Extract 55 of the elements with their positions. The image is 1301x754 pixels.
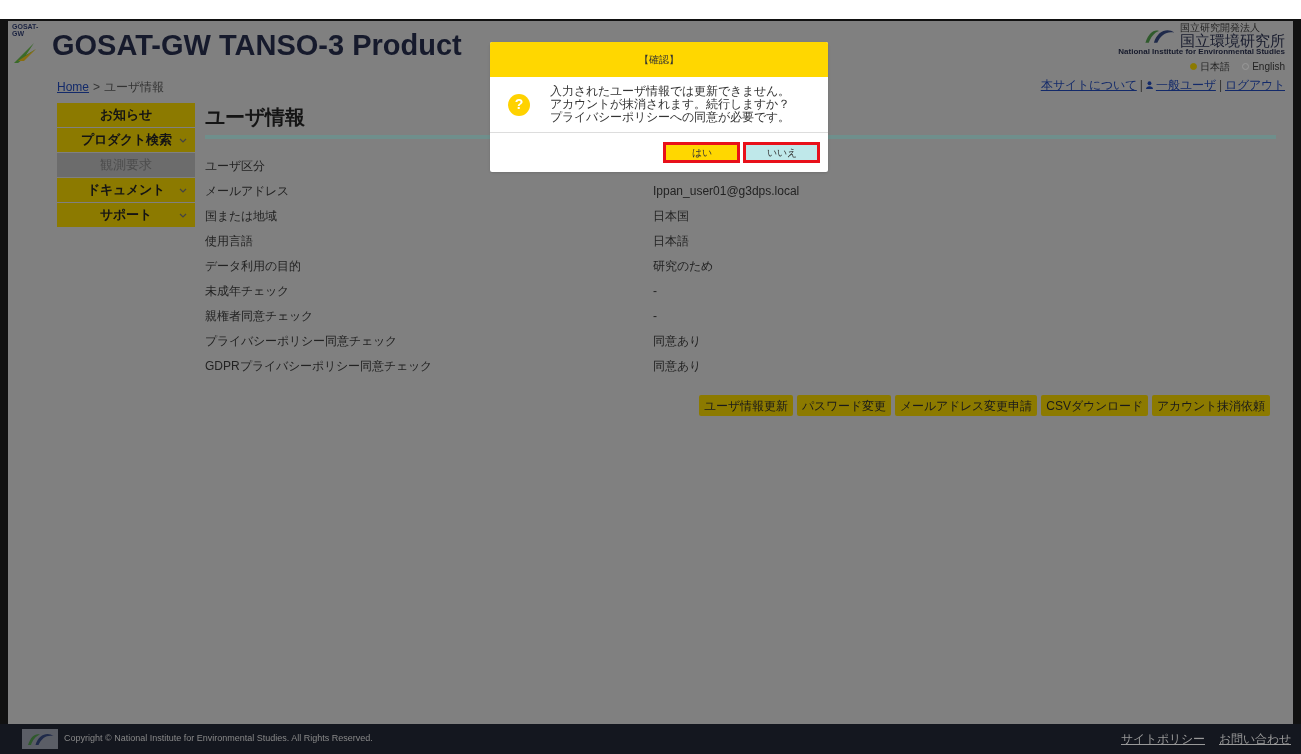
field-label: 使用言語 xyxy=(205,232,254,250)
field-value: - xyxy=(653,282,657,300)
chevron-down-icon xyxy=(179,212,187,218)
question-icon: ? xyxy=(508,93,530,116)
field-label: プライバシーポリシー同意チェック xyxy=(205,332,398,350)
dialog-title: 【確認】 xyxy=(639,53,679,67)
footer-link[interactable]: お問い合わせ xyxy=(1219,730,1291,748)
org-name: 国立環境研究所 xyxy=(1180,33,1285,48)
field-value: 研究のため xyxy=(653,257,713,275)
field-value: - xyxy=(653,307,657,325)
org-small-name: 国立研究開発法人 xyxy=(1180,23,1260,33)
header-link[interactable]: 一般ユーザ xyxy=(1155,76,1216,94)
field-label: メールアドレス xyxy=(205,182,290,200)
breadcrumb-current: ユーザ情報 xyxy=(104,79,165,96)
field-label: 未成年チェック xyxy=(205,282,290,300)
action-button[interactable]: パスワード変更 xyxy=(797,395,892,416)
field-value: 同意あり xyxy=(653,332,701,350)
sidebar-item[interactable]: お知らせ xyxy=(57,103,195,127)
sidebar-item[interactable]: ドキュメント xyxy=(57,178,195,202)
language-radio[interactable]: English xyxy=(1242,59,1285,74)
dialog-button[interactable]: いいえ xyxy=(743,142,820,163)
field-label: GDPRプライバシーポリシー同意チェック xyxy=(205,357,433,375)
link-separator: | xyxy=(1139,77,1143,94)
header-link[interactable]: ログアウト xyxy=(1225,76,1285,94)
user-icon xyxy=(1145,81,1153,89)
header-link[interactable]: 本サイトについて xyxy=(1040,76,1137,94)
field-value: 同意あり xyxy=(653,357,701,375)
chevron-down-icon xyxy=(179,187,187,193)
breadcrumb-home-link[interactable]: Home xyxy=(57,78,89,96)
link-separator: | xyxy=(1218,77,1222,94)
field-value: 日本語 xyxy=(653,232,689,250)
chevron-down-icon xyxy=(179,137,187,143)
field-value: Ippan_user01@g3dps.local xyxy=(653,182,800,200)
language-radio[interactable]: 日本語 xyxy=(1190,59,1231,74)
footer-link[interactable]: サイトポリシー xyxy=(1121,730,1205,748)
dialog-button[interactable]: はい xyxy=(663,142,740,163)
field-label: 国または地域 xyxy=(205,207,278,225)
field-label: データ利用の目的 xyxy=(205,257,302,275)
action-button[interactable]: メールアドレス変更申請 xyxy=(895,395,1038,416)
copyright-text: Copyright © National Institute for Environmental Studies. All Rights Reserved. xyxy=(64,732,373,746)
sidebar-item[interactable]: プロダクト検索 xyxy=(57,128,195,152)
sidebar-item[interactable]: サポート xyxy=(57,203,195,227)
field-label: 親権者同意チェック xyxy=(205,307,314,325)
action-button[interactable]: ユーザ情報更新 xyxy=(699,395,794,416)
breadcrumb-separator: > xyxy=(93,79,101,96)
org-english-name: National Institute for Environmental Studies xyxy=(1118,48,1285,56)
dialog-message: プライバシーポリシーへの同意が必要です。 xyxy=(550,111,790,124)
action-button[interactable]: CSVダウンロード xyxy=(1041,395,1148,416)
site-title: GOSAT-GW TANSO-3 Product xyxy=(52,31,462,60)
page-heading: ユーザ情報 xyxy=(205,107,305,127)
action-button[interactable]: アカウント抹消依頼 xyxy=(1152,395,1270,416)
dialog-message: アカウントが抹消されます。続行しますか？ xyxy=(550,98,790,111)
field-value: 日本国 xyxy=(653,207,689,225)
field-label: ユーザ区分 xyxy=(205,157,266,175)
dialog-message: 入力されたユーザ情報では更新できません。 xyxy=(550,85,790,98)
